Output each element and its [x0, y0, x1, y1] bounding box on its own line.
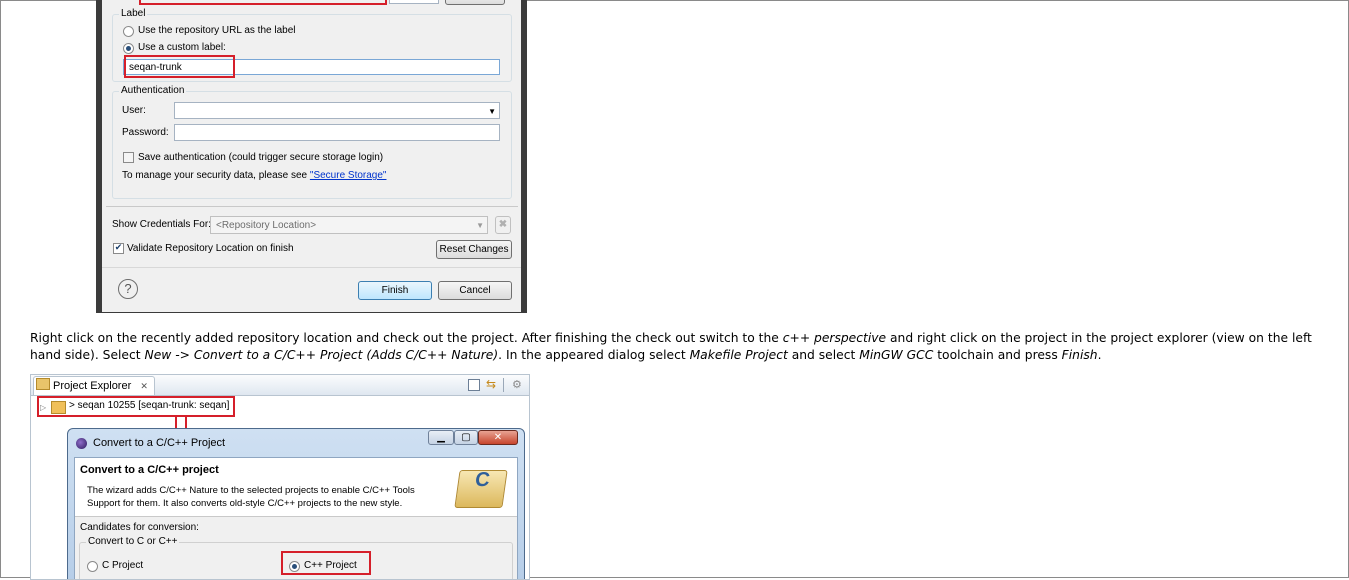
- folder-c-icon: C: [454, 469, 508, 508]
- dialog-body: Label Use the repository URL as the labe…: [102, 0, 521, 312]
- show-credentials-arrow-icon[interactable]: ▼: [476, 217, 484, 235]
- para-text-6: .: [1097, 348, 1102, 362]
- para-emph-3: Makefile Project: [689, 348, 788, 362]
- delete-credentials-button[interactable]: ✖: [495, 216, 511, 234]
- c-project-label: C Project: [102, 560, 144, 571]
- convert-to-legend: Convert to C or C++: [86, 536, 180, 547]
- red-highlight-cpp: [281, 551, 371, 575]
- radio-repo-url-label: Use the repository URL as the label: [138, 25, 296, 36]
- banner-desc-line2: Support for them. It also converts old-s…: [87, 498, 403, 509]
- close-icon: ✕: [493, 432, 503, 443]
- password-input[interactable]: [174, 124, 500, 141]
- para-emph-5: Finish: [1061, 348, 1098, 362]
- url-input-tail[interactable]: [389, 0, 439, 4]
- manage-security-prefix: To manage your security data, please see: [122, 170, 310, 181]
- validate-label: Validate Repository Location on finish: [127, 243, 294, 254]
- banner-title: Convert to a C/C++ project: [80, 464, 219, 476]
- tab-project-explorer-label: Project Explorer: [53, 380, 132, 392]
- red-highlight-url: [139, 0, 387, 5]
- red-highlight-project: [37, 396, 235, 417]
- para-emph-1: c++ perspective: [782, 331, 887, 345]
- show-credentials-value: <Repository Location>: [216, 220, 317, 231]
- secure-storage-link[interactable]: "Secure Storage": [310, 170, 387, 181]
- authentication-legend: Authentication: [119, 85, 187, 96]
- tab-close-icon[interactable]: ✕: [140, 381, 148, 391]
- maximize-button[interactable]: ▢: [454, 430, 478, 445]
- minimize-icon: ▁: [437, 432, 445, 443]
- validate-checkbox[interactable]: ✔: [113, 243, 124, 254]
- red-highlight-custom-label: [124, 55, 235, 78]
- finish-button[interactable]: Finish: [358, 281, 432, 300]
- para-emph-2: New -> Convert to a C/C++ Project (Adds …: [144, 348, 499, 362]
- help-icon[interactable]: ?: [118, 279, 138, 299]
- eclipse-icon: [76, 438, 87, 449]
- convert-dialog-title: Convert to a C/C++ Project: [93, 437, 226, 449]
- show-credentials-combo[interactable]: <Repository Location> ▼: [210, 216, 488, 234]
- maximize-icon: ▢: [461, 432, 471, 443]
- para-text-3: . In the appeared dialog select: [498, 348, 690, 362]
- project-explorer-header: Project Explorer ✕ ⇆ ⚙: [31, 375, 529, 396]
- reset-changes-button[interactable]: Reset Changes: [436, 240, 512, 259]
- convert-dialog-body: Convert to a C/C++ project The wizard ad…: [74, 457, 518, 579]
- view-menu-icon[interactable]: ⚙: [512, 378, 522, 391]
- tab-project-explorer[interactable]: Project Explorer ✕: [33, 376, 155, 395]
- close-button[interactable]: ✕: [478, 430, 518, 445]
- separator-2: [102, 267, 521, 268]
- project-explorer-screenshot: Project Explorer ✕ ⇆ ⚙ ▷ > seqan 10255 […: [30, 374, 530, 580]
- user-label: User:: [122, 105, 146, 116]
- label-legend: Label: [119, 8, 148, 19]
- show-credentials-label: Show Credentials For:: [112, 219, 211, 230]
- para-text-1: Right click on the recently added reposi…: [30, 331, 783, 345]
- radio-custom-label[interactable]: [123, 43, 134, 54]
- convert-dialog-window: Convert to a C/C++ Project ▁ ▢ ✕ Convert…: [67, 428, 525, 579]
- radio-c-project[interactable]: [87, 561, 98, 572]
- para-text-4: and select: [787, 348, 860, 362]
- wizard-banner: Convert to a C/C++ project The wizard ad…: [75, 458, 517, 517]
- banner-desc-line1: The wizard adds C/C++ Nature to the sele…: [87, 485, 415, 496]
- user-combo[interactable]: ▼: [174, 102, 500, 119]
- para-text-5: toolchain and press: [933, 348, 1062, 362]
- repository-location-dialog: Label Use the repository URL as the labe…: [96, 0, 527, 313]
- manage-security-text: To manage your security data, please see…: [122, 170, 386, 181]
- toolbar-separator: [503, 378, 504, 392]
- delete-x-icon: ✖: [498, 219, 508, 230]
- candidates-label: Candidates for conversion:: [80, 522, 199, 533]
- save-auth-checkbox[interactable]: [123, 152, 134, 163]
- c-letter-glyph: C: [473, 469, 492, 491]
- password-label: Password:: [122, 127, 169, 138]
- project-explorer-icon: [36, 378, 50, 390]
- save-auth-label: Save authentication (could trigger secur…: [138, 152, 384, 163]
- cancel-button[interactable]: Cancel: [438, 281, 512, 300]
- separator-1: [106, 206, 518, 207]
- para-emph-4: MinGW GCC: [859, 348, 934, 362]
- instructions-paragraph: Right click on the recently added reposi…: [30, 330, 1330, 364]
- radio-repo-url[interactable]: [123, 26, 134, 37]
- link-with-editor-icon[interactable]: ⇆: [486, 377, 496, 391]
- collapse-all-icon[interactable]: [468, 379, 480, 391]
- radio-custom-label-text: Use a custom label:: [138, 42, 226, 53]
- user-dropdown-arrow-icon[interactable]: ▼: [488, 103, 496, 120]
- browse-button-partial[interactable]: [445, 0, 505, 5]
- minimize-button[interactable]: ▁: [428, 430, 454, 445]
